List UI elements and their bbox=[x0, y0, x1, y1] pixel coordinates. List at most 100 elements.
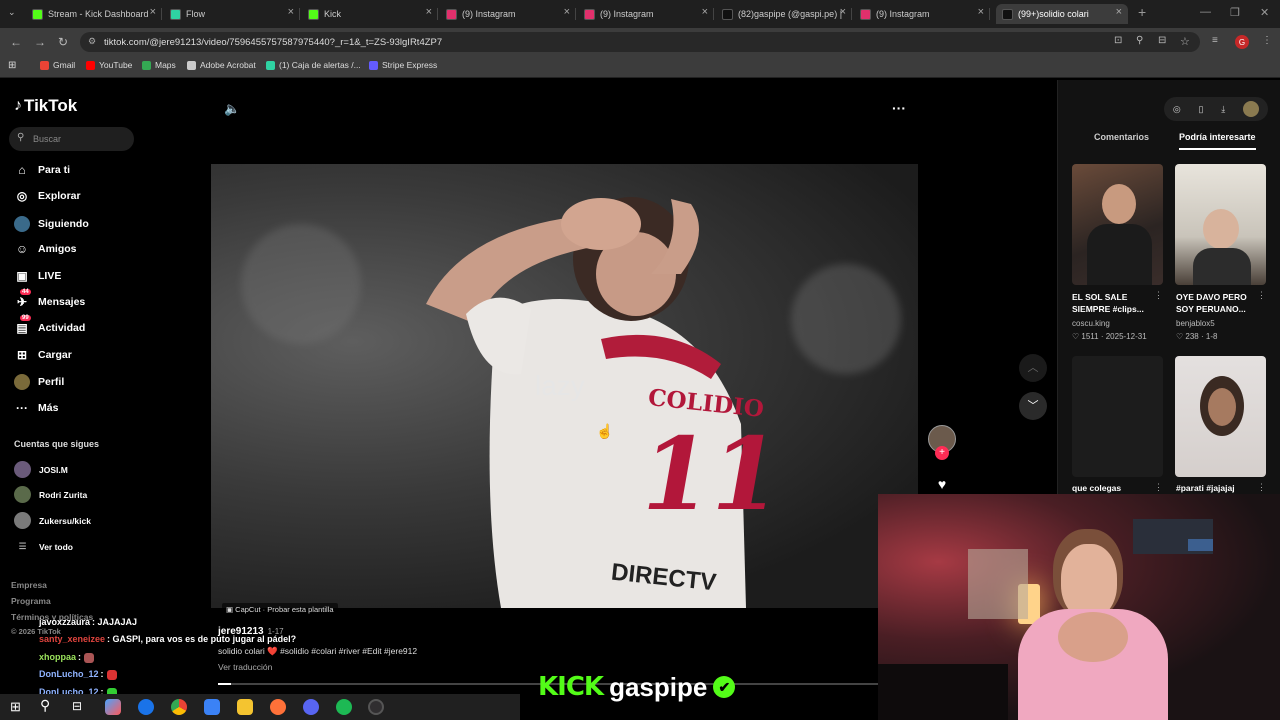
followed-account[interactable]: Zukersu/kick bbox=[14, 512, 91, 529]
tab-close-icon[interactable]: × bbox=[150, 6, 156, 18]
apps-icon[interactable]: ⊞ bbox=[8, 60, 16, 71]
tab-comments[interactable]: Comentarios bbox=[1094, 132, 1149, 142]
tab-search-icon[interactable]: ⌄ bbox=[8, 7, 16, 18]
nav-item-live[interactable]: ▣ LIVE bbox=[14, 269, 61, 283]
tab-close-icon[interactable]: × bbox=[426, 6, 432, 18]
card-menu-icon[interactable]: ⋮ bbox=[1257, 482, 1266, 493]
chat-username[interactable]: santy_xeneizee bbox=[39, 634, 105, 644]
browser-tab[interactable]: Flow × bbox=[164, 4, 300, 24]
card-author[interactable]: benjablox5 bbox=[1176, 319, 1215, 328]
followed-account[interactable]: JOSI.M bbox=[14, 461, 68, 478]
bookmark-item[interactable]: (1) Caja de alertas /... bbox=[266, 60, 361, 70]
more-options-icon[interactable]: ··· bbox=[892, 100, 906, 116]
reload-icon[interactable]: ↻ bbox=[58, 35, 68, 49]
taskview-icon[interactable]: ⊟ bbox=[72, 699, 82, 713]
url-field[interactable]: ⚙ tiktok.com/@jere91213/video/7596455757… bbox=[80, 32, 1200, 52]
chrome-icon[interactable] bbox=[171, 699, 187, 715]
translate-icon[interactable]: ⊡ bbox=[1114, 35, 1122, 46]
obs-icon[interactable] bbox=[368, 699, 384, 715]
menu-icon[interactable]: ⋮ bbox=[1262, 35, 1272, 46]
tiktok-logo[interactable]: ♪ TikTok bbox=[14, 96, 77, 116]
bookmark-item[interactable]: Maps bbox=[142, 60, 176, 70]
tab-close-icon[interactable]: × bbox=[702, 6, 708, 18]
edge-icon[interactable] bbox=[138, 699, 154, 715]
close-window-icon[interactable]: ✕ bbox=[1260, 6, 1269, 19]
browser-tab[interactable]: (82)gaspipe (@gaspi.pe) | × bbox=[716, 4, 852, 24]
maximize-icon[interactable]: ❐ bbox=[1230, 6, 1240, 19]
profile-avatar[interactable]: G bbox=[1235, 35, 1249, 49]
browser-tab[interactable]: (99+)solidio colari × bbox=[996, 4, 1128, 24]
minimize-icon[interactable]: — bbox=[1200, 6, 1211, 18]
like-heart-icon[interactable]: ♥ bbox=[928, 472, 956, 496]
firefox-icon[interactable] bbox=[270, 699, 286, 715]
followed-account[interactable]: Rodri Zurita bbox=[14, 486, 87, 503]
coins-icon[interactable]: ◎ bbox=[1173, 104, 1181, 115]
card-thumb[interactable] bbox=[1072, 356, 1163, 477]
nav-item-upload[interactable]: ⊞ Cargar bbox=[14, 348, 72, 362]
volume-icon[interactable]: 🔈 bbox=[224, 101, 240, 117]
discord-icon[interactable] bbox=[303, 699, 319, 715]
nav-item-compass[interactable]: ◎ Explorar bbox=[14, 189, 81, 203]
nav-item-more[interactable]: ··· Más bbox=[14, 401, 58, 415]
nav-item-following[interactable]: Siguiendo bbox=[14, 216, 89, 232]
browser-tab[interactable]: (9) Instagram × bbox=[578, 4, 714, 24]
user-avatar[interactable] bbox=[1243, 101, 1260, 117]
card-title[interactable]: EL SOL SALE SIEMPRE #clips... bbox=[1072, 291, 1160, 315]
bookmark-item[interactable]: YouTube bbox=[86, 60, 132, 70]
bookmark-star-icon[interactable]: ☆ bbox=[1180, 35, 1190, 48]
chat-username[interactable]: DonLucho_12 bbox=[39, 669, 99, 679]
search-input[interactable]: ⚲ Buscar bbox=[9, 127, 134, 151]
card-author[interactable]: coscu.king bbox=[1072, 319, 1110, 328]
install-icon[interactable]: ⊟ bbox=[1158, 35, 1166, 46]
nav-item-activity[interactable]: ▤ 99 Actividad bbox=[14, 315, 85, 335]
nav-item-friends[interactable]: ☺ Amigos bbox=[14, 242, 77, 256]
device-icon[interactable]: ▯ bbox=[1199, 104, 1204, 115]
store-icon[interactable] bbox=[204, 699, 220, 715]
tab-close-icon[interactable]: × bbox=[1116, 6, 1122, 18]
zoom-icon[interactable]: ⚲ bbox=[1136, 35, 1143, 46]
widgets-icon[interactable] bbox=[105, 699, 121, 715]
tab-close-icon[interactable]: × bbox=[288, 6, 294, 18]
card-title[interactable]: que colegas bbox=[1072, 482, 1160, 494]
follow-plus-icon[interactable]: + bbox=[935, 446, 949, 460]
windows-start-icon[interactable]: ⊞ bbox=[10, 699, 21, 715]
bookmark-item[interactable]: Stripe Express bbox=[369, 60, 437, 70]
download-icon[interactable]: ⤓ bbox=[1221, 104, 1225, 115]
capcut-template-link[interactable]: ▣ CapCut · Probar esta plantilla bbox=[222, 603, 338, 616]
tab-close-icon[interactable]: × bbox=[840, 6, 846, 18]
card-menu-icon[interactable]: ⋮ bbox=[1154, 482, 1163, 493]
browser-tab[interactable]: (9) Instagram × bbox=[440, 4, 576, 24]
site-info-icon[interactable]: ⚙ bbox=[88, 36, 96, 47]
card-thumb[interactable] bbox=[1072, 164, 1163, 285]
nav-item-profile[interactable]: Perfil bbox=[14, 374, 64, 390]
browser-tab[interactable]: Kick × bbox=[302, 4, 438, 24]
card-thumb[interactable] bbox=[1175, 164, 1266, 285]
tab-close-icon[interactable]: × bbox=[564, 6, 570, 18]
nav-item-messages[interactable]: ✈ 44 Mensajes bbox=[14, 289, 85, 309]
bookmark-item[interactable]: Adobe Acrobat bbox=[187, 60, 256, 70]
forward-icon[interactable]: → bbox=[34, 35, 46, 49]
spotify-icon[interactable] bbox=[336, 699, 352, 715]
file-explorer-icon[interactable] bbox=[237, 699, 253, 715]
browser-tab[interactable]: (9) Instagram × bbox=[854, 4, 990, 24]
chat-username[interactable]: javoxzzaura bbox=[39, 617, 90, 627]
card-title[interactable]: OYE DAVO PERO SOY PERUANO... bbox=[1176, 291, 1264, 315]
new-tab-button[interactable]: + bbox=[1138, 4, 1146, 20]
see-translation-link[interactable]: Ver traducción bbox=[218, 662, 272, 672]
next-video-button[interactable]: ﹀ bbox=[1019, 392, 1047, 420]
see-all-link[interactable]: ☰ Ver todo bbox=[14, 541, 73, 552]
card-thumb[interactable] bbox=[1175, 356, 1266, 477]
chat-username[interactable]: xhoppaa bbox=[39, 652, 76, 662]
footer-empresa[interactable]: Empresa bbox=[11, 580, 47, 590]
prev-video-button[interactable]: ︿ bbox=[1019, 354, 1047, 382]
search-taskbar-icon[interactable]: ⚲ bbox=[40, 697, 50, 714]
browser-tab[interactable]: Stream - Kick Dashboard × bbox=[26, 4, 162, 24]
tab-close-icon[interactable]: × bbox=[978, 6, 984, 18]
card-menu-icon[interactable]: ⋮ bbox=[1257, 290, 1266, 301]
tab-interest[interactable]: Podría interesarte bbox=[1179, 132, 1256, 142]
media-icon[interactable]: ≡ bbox=[1212, 35, 1218, 46]
bookmark-item[interactable]: Gmail bbox=[40, 60, 75, 70]
card-menu-icon[interactable]: ⋮ bbox=[1154, 290, 1163, 301]
back-icon[interactable]: ← bbox=[10, 35, 22, 49]
footer-programa[interactable]: Programa bbox=[11, 596, 51, 606]
